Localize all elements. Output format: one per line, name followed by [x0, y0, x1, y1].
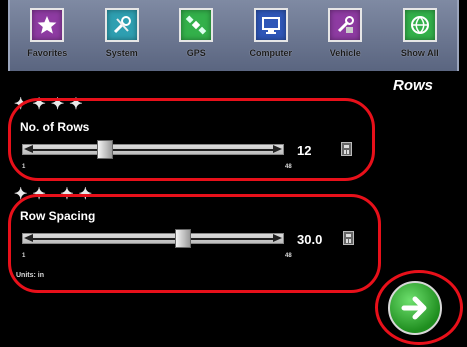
slider-line [33, 238, 273, 240]
toolbar-item-computer[interactable]: Computer [239, 8, 303, 58]
arrow-left-icon[interactable] [24, 145, 33, 153]
arrow-right-icon[interactable] [273, 234, 282, 242]
toolbar-item-system[interactable]: System [90, 8, 154, 58]
toolbar-label: System [105, 48, 138, 58]
rows-slider[interactable] [22, 140, 284, 159]
category-toolbar: Favorites System GPS Computer Vehicle Sh… [8, 0, 459, 71]
toolbar-label: GPS [186, 48, 206, 58]
rows-glyphs: ✦✦✦✦ [14, 96, 88, 113]
monitor-icon [253, 8, 288, 42]
units-label: Units: in [16, 272, 44, 279]
rows-value: 12 [297, 143, 312, 158]
star-icon [30, 8, 65, 42]
spacing-glyphs: ✦✦ ✦✦ [14, 186, 98, 203]
arrow-left-icon[interactable] [24, 234, 33, 242]
spacing-min-tick: 1 [22, 253, 26, 259]
spacing-slider-thumb[interactable] [175, 229, 191, 248]
toolbar-label: Computer [249, 48, 293, 58]
spacing-label: Row Spacing [20, 209, 96, 223]
toolbar-item-gps[interactable]: GPS [164, 8, 228, 58]
keypad-icon[interactable] [341, 142, 352, 156]
slider-line [33, 149, 273, 151]
next-button[interactable] [388, 281, 442, 335]
rows-min-tick: 1 [22, 164, 26, 170]
tools-icon [104, 8, 139, 42]
spacing-value: 30.0 [297, 232, 323, 247]
rows-max-tick: 48 [285, 164, 292, 170]
arrow-right-icon [401, 296, 427, 320]
satellite-icon [179, 8, 214, 42]
spacing-slider[interactable] [22, 229, 284, 248]
arrow-right-icon[interactable] [273, 145, 282, 153]
keypad-icon[interactable] [343, 231, 354, 245]
rows-label: No. of Rows [20, 120, 90, 134]
toolbar-label: Show All [400, 48, 439, 58]
toolbar-label: Favorites [27, 48, 68, 58]
globe-icon [402, 8, 437, 42]
toolbar-label: Vehicle [329, 48, 361, 58]
spacing-max-tick: 48 [285, 253, 292, 259]
toolbar-item-show-all[interactable]: Show All [388, 8, 452, 58]
page-title: Rows [392, 77, 433, 94]
rows-slider-thumb[interactable] [97, 140, 113, 159]
toolbar-item-favorites[interactable]: Favorites [15, 8, 79, 58]
wrench-icon [328, 8, 363, 42]
toolbar-item-vehicle[interactable]: Vehicle [313, 8, 377, 58]
